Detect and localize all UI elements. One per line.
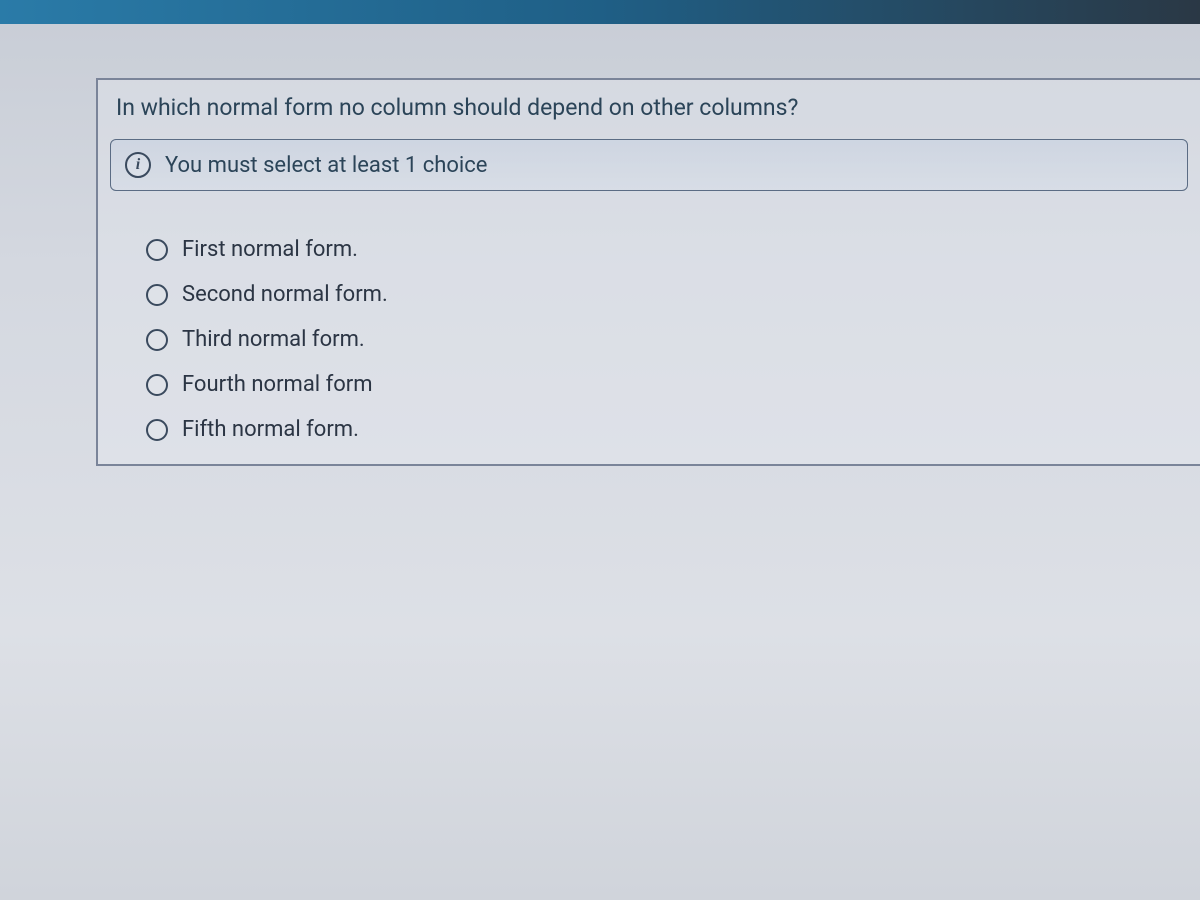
info-icon: i [125,152,151,178]
choice-list: First normal form. Second normal form. T… [98,207,1200,464]
choice-label: Fifth normal form. [182,417,359,442]
choice-label: Second normal form. [182,282,388,307]
question-card: In which normal form no column should de… [96,78,1200,466]
question-text: In which normal form no column should de… [98,80,1200,139]
info-banner: i You must select at least 1 choice [110,139,1188,191]
choice-option[interactable]: Third normal form. [146,327,1188,352]
window-top-bar [0,0,1200,24]
choice-option[interactable]: Fourth normal form [146,372,1188,397]
choice-label: First normal form. [182,237,358,262]
choice-label: Fourth normal form [182,372,373,397]
choice-option[interactable]: Second normal form. [146,282,1188,307]
radio-icon[interactable] [146,374,168,396]
radio-icon[interactable] [146,239,168,261]
choice-option[interactable]: First normal form. [146,237,1188,262]
choice-option[interactable]: Fifth normal form. [146,417,1188,442]
radio-icon[interactable] [146,284,168,306]
radio-icon[interactable] [146,419,168,441]
radio-icon[interactable] [146,329,168,351]
choice-label: Third normal form. [182,327,365,352]
info-message: You must select at least 1 choice [165,153,487,178]
